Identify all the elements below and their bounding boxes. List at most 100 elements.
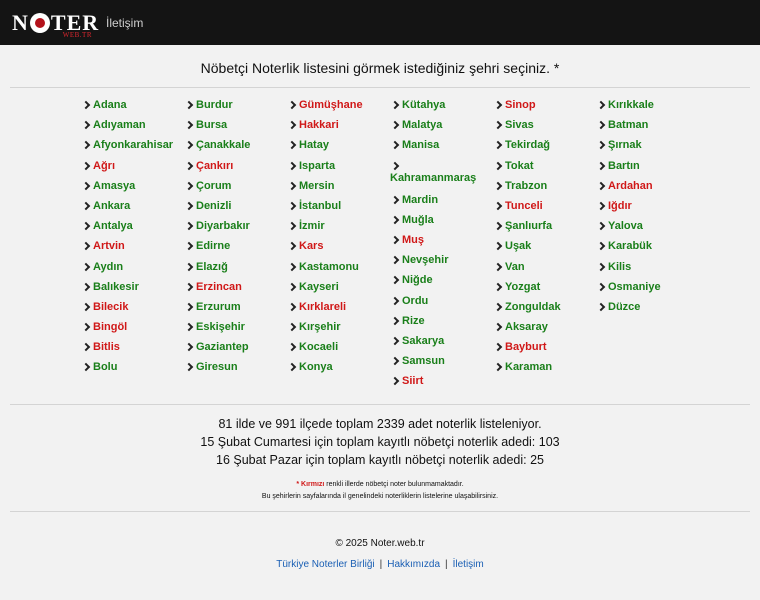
city-link[interactable]: Kırıkkale bbox=[596, 98, 699, 118]
city-link[interactable]: Şırnak bbox=[596, 138, 699, 158]
city-link[interactable]: Bolu bbox=[81, 360, 184, 380]
city-link[interactable]: Bilecik bbox=[81, 300, 184, 320]
city-link[interactable]: Bitlis bbox=[81, 340, 184, 360]
city-label: Muş bbox=[402, 233, 424, 246]
city-link[interactable]: Elazığ bbox=[184, 260, 287, 280]
city-label: Siirt bbox=[402, 375, 424, 388]
city-link[interactable]: Bayburt bbox=[493, 340, 596, 360]
city-link[interactable]: Sivas bbox=[493, 118, 596, 138]
city-link[interactable]: Osmaniye bbox=[596, 280, 699, 300]
city-link[interactable]: Konya bbox=[287, 360, 390, 380]
city-label: Kırşehir bbox=[299, 321, 341, 334]
city-link[interactable]: Van bbox=[493, 260, 596, 280]
city-link[interactable]: Tekirdağ bbox=[493, 138, 596, 158]
city-link[interactable]: Sinop bbox=[493, 98, 596, 118]
city-label: Rize bbox=[402, 314, 425, 327]
city-label: Erzincan bbox=[196, 280, 242, 293]
city-link[interactable]: Kırklareli bbox=[287, 300, 390, 320]
footer-link-about[interactable]: Hakkımızda bbox=[387, 559, 440, 570]
city-link[interactable]: Çankırı bbox=[184, 159, 287, 179]
city-link[interactable]: Muş bbox=[390, 233, 493, 253]
city-link[interactable]: Ankara bbox=[81, 199, 184, 219]
city-link[interactable]: Karabük bbox=[596, 239, 699, 259]
city-column: Kırıkkale Batman Şırnak Bartın Ardahan Iğdır Y… bbox=[596, 98, 699, 394]
city-link[interactable]: Gümüşhane bbox=[287, 98, 390, 118]
city-label: Sivas bbox=[505, 119, 534, 132]
city-link[interactable]: Isparta bbox=[287, 159, 390, 179]
city-link[interactable]: Hakkari bbox=[287, 118, 390, 138]
city-link[interactable]: Sakarya bbox=[390, 334, 493, 354]
city-link[interactable]: Çorum bbox=[184, 179, 287, 199]
city-link[interactable]: Ağrı bbox=[81, 159, 184, 179]
city-link[interactable]: Aydın bbox=[81, 260, 184, 280]
city-link[interactable]: Tunceli bbox=[493, 199, 596, 219]
city-link[interactable]: İzmir bbox=[287, 219, 390, 239]
city-link[interactable]: Niğde bbox=[390, 273, 493, 293]
city-link[interactable]: Kastamonu bbox=[287, 260, 390, 280]
city-label: Kars bbox=[299, 240, 324, 253]
city-link[interactable]: Nevşehir bbox=[390, 253, 493, 273]
city-link[interactable]: Kayseri bbox=[287, 280, 390, 300]
city-link[interactable]: Kütahya bbox=[390, 98, 493, 118]
city-link[interactable]: Aksaray bbox=[493, 320, 596, 340]
city-link[interactable]: Iğdır bbox=[596, 199, 699, 219]
city-link[interactable]: Uşak bbox=[493, 239, 596, 259]
city-link[interactable]: Erzurum bbox=[184, 300, 287, 320]
city-link[interactable]: Diyarbakır bbox=[184, 219, 287, 239]
footer-link-noterler-birligi[interactable]: Türkiye Noterler Birliği bbox=[276, 559, 374, 570]
city-link[interactable]: Karaman bbox=[493, 360, 596, 380]
city-link[interactable]: Muğla bbox=[390, 213, 493, 233]
city-link[interactable]: Gaziantep bbox=[184, 340, 287, 360]
city-link[interactable]: Adana bbox=[81, 98, 184, 118]
city-label: Mardin bbox=[402, 193, 439, 206]
city-link[interactable]: Manisa bbox=[390, 138, 493, 158]
city-link[interactable]: Siirt bbox=[390, 374, 493, 394]
city-link[interactable]: Antalya bbox=[81, 219, 184, 239]
city-link[interactable]: Kilis bbox=[596, 260, 699, 280]
city-link[interactable]: Mersin bbox=[287, 179, 390, 199]
city-link[interactable]: Erzincan bbox=[184, 280, 287, 300]
city-link[interactable]: Mardin bbox=[390, 193, 493, 213]
nav-contact-link[interactable]: İletişim bbox=[106, 16, 143, 30]
city-link[interactable]: Malatya bbox=[390, 118, 493, 138]
city-link[interactable]: Kahramanmaraş bbox=[390, 159, 493, 193]
footer-link-contact[interactable]: İletişim bbox=[453, 559, 484, 570]
city-link[interactable]: Şanlıurfa bbox=[493, 219, 596, 239]
city-link[interactable]: Burdur bbox=[184, 98, 287, 118]
city-link[interactable]: Hatay bbox=[287, 138, 390, 158]
city-column: Adana Adıyaman Afyonkarahisar Ağrı Amasya Ank… bbox=[81, 98, 184, 394]
city-link[interactable]: Kars bbox=[287, 239, 390, 259]
city-link[interactable]: Zonguldak bbox=[493, 300, 596, 320]
city-link[interactable]: Rize bbox=[390, 314, 493, 334]
city-link[interactable]: Giresun bbox=[184, 360, 287, 380]
city-label: Bartın bbox=[608, 159, 640, 172]
city-link[interactable]: Düzce bbox=[596, 300, 699, 320]
city-link[interactable]: Ordu bbox=[390, 294, 493, 314]
city-link[interactable]: Bursa bbox=[184, 118, 287, 138]
city-link[interactable]: Adıyaman bbox=[81, 118, 184, 138]
city-link[interactable]: Kocaeli bbox=[287, 340, 390, 360]
site-logo[interactable]: N TER WEB.TR bbox=[12, 7, 98, 39]
city-link[interactable]: İstanbul bbox=[287, 199, 390, 219]
city-link[interactable]: Bingöl bbox=[81, 320, 184, 340]
divider bbox=[10, 511, 750, 513]
logo-subtitle: WEB.TR bbox=[62, 30, 92, 39]
city-link[interactable]: Çanakkale bbox=[184, 138, 287, 158]
city-link[interactable]: Eskişehir bbox=[184, 320, 287, 340]
city-link[interactable]: Batman bbox=[596, 118, 699, 138]
city-link[interactable]: Trabzon bbox=[493, 179, 596, 199]
city-link[interactable]: Balıkesir bbox=[81, 280, 184, 300]
city-link[interactable]: Amasya bbox=[81, 179, 184, 199]
city-link[interactable]: Kırşehir bbox=[287, 320, 390, 340]
city-link[interactable]: Afyonkarahisar bbox=[81, 138, 184, 158]
city-link[interactable]: Artvin bbox=[81, 239, 184, 259]
city-link[interactable]: Samsun bbox=[390, 354, 493, 374]
city-link[interactable]: Edirne bbox=[184, 239, 287, 259]
city-link[interactable]: Denizli bbox=[184, 199, 287, 219]
city-label: Burdur bbox=[196, 99, 233, 111]
city-link[interactable]: Bartın bbox=[596, 159, 699, 179]
city-link[interactable]: Tokat bbox=[493, 159, 596, 179]
city-link[interactable]: Ardahan bbox=[596, 179, 699, 199]
city-link[interactable]: Yalova bbox=[596, 219, 699, 239]
city-link[interactable]: Yozgat bbox=[493, 280, 596, 300]
